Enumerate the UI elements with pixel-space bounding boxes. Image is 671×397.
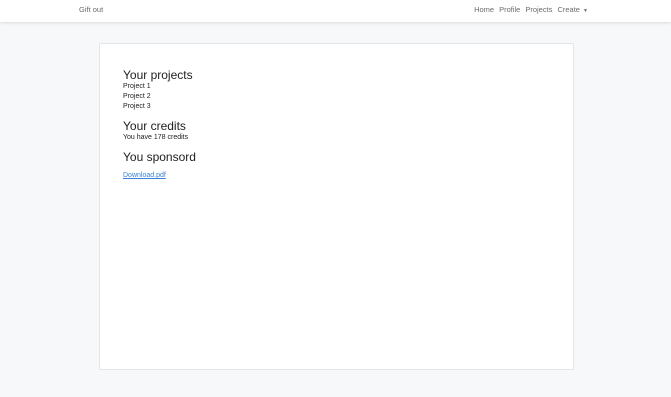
sponsored-section: You sponsord Download.pdf [123,150,196,182]
nav-projects-link[interactable]: Projects [525,5,552,14]
credits-text: You have 178 credits [123,134,189,141]
nav-create-dropdown[interactable]: Create ▼ [557,5,588,14]
project-item: Project 1 [123,83,151,90]
nav-profile-link[interactable]: Profile [499,5,520,14]
project-item: Project 2 [123,93,151,100]
brand-link[interactable]: Gift out [79,5,103,14]
sponsored-title: You sponsord [123,150,196,164]
project-item: Project 3 [123,103,151,110]
projects-section: Your projects Project 1 Project 2 Projec… [123,68,196,112]
top-navbar: Gift out Home Profile Projects Create ▼ [0,0,671,22]
dashboard-content: Your projects Project 1 Project 2 Projec… [123,68,196,189]
download-pdf-link[interactable]: Download.pdf [123,172,166,179]
chevron-down-icon: ▼ [583,8,588,14]
nav-create-label: Create [557,5,580,14]
dashboard-card: Your projects Project 1 Project 2 Projec… [99,43,574,370]
credits-title: Your credits [123,119,186,133]
credits-section: Your credits You have 178 credits [123,119,196,143]
nav-links: Home Profile Projects Create ▼ [474,5,588,14]
nav-home-link[interactable]: Home [474,5,494,14]
projects-title: Your projects [123,68,193,82]
